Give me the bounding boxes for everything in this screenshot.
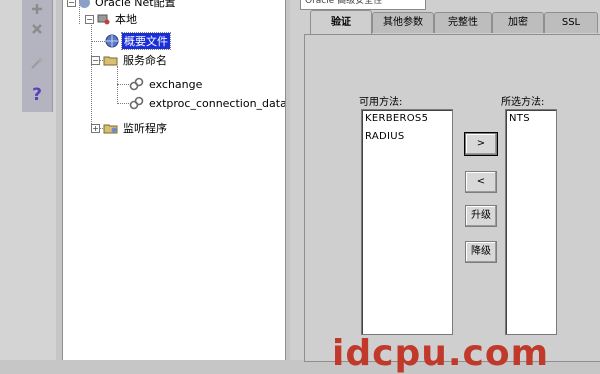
wizard-wand-icon[interactable] [22,52,52,74]
list-item[interactable]: KERBEROS5 [362,110,452,128]
detail-panel: Oracle 高级安全性 验证 其他参数 完整性 加密 SSL 可用方法: 所选… [290,0,600,362]
network-globe-icon [79,0,90,8]
tree-service-label: extproc_connection_data [149,96,286,110]
tab-ssl[interactable]: SSL [544,12,598,33]
navigator-tree: − Oracle Net配置 − 本地 概要文件 − 服务命名 exchange… [62,0,286,360]
list-item[interactable]: NTS [506,110,556,128]
toolbar: ? [0,0,56,360]
expand-toggle-icon[interactable]: + [91,123,100,133]
tab-integrity[interactable]: 完整性 [434,12,492,33]
selected-methods-list[interactable]: NTS [505,109,557,335]
available-methods-list[interactable]: KERBEROS5 RADIUS [361,109,453,335]
demote-button[interactable]: 降级 [465,241,497,263]
remove-method-button[interactable]: < [465,171,497,193]
tree-profile-label: 概要文件 [121,32,171,50]
tree-service-label: exchange [149,77,203,91]
tree-node-service[interactable]: extproc_connection_data [129,95,286,111]
tree-listeners-label: 监听程序 [123,122,167,135]
tab-authentication[interactable]: 验证 [310,10,372,34]
plus-icon[interactable] [22,0,52,20]
available-methods-label: 可用方法: [359,97,403,108]
tree-node-listeners[interactable]: + 监听程序 [91,120,169,136]
promote-button[interactable]: 升级 [465,205,497,227]
tree-node-root[interactable]: − Oracle Net配置 [67,0,178,10]
tree-local-label: 本地 [115,13,137,26]
tab-other-params[interactable]: 其他参数 [372,12,434,33]
delete-x-icon[interactable] [22,18,52,40]
tree-node-local[interactable]: − 本地 [85,11,139,27]
help-question-icon[interactable]: ? [22,84,52,106]
collapse-toggle-icon[interactable]: − [85,14,94,24]
service-link-icon [129,96,144,110]
collapse-toggle-icon[interactable]: − [91,55,100,65]
profile-globe-icon [105,34,119,48]
tab-encryption[interactable]: 加密 [492,12,544,33]
watermark: idcpu.com [332,333,550,374]
tree-node-service[interactable]: exchange [129,76,204,92]
tree-node-service-naming[interactable]: − 服务命名 [91,52,169,68]
selected-methods-label: 所选方法: [501,97,545,108]
tree-node-profile[interactable]: 概要文件 [105,32,171,50]
collapse-toggle-icon[interactable]: − [67,0,76,7]
tree-root-label: Oracle Net配置 [95,0,176,9]
authentication-pane: 可用方法: 所选方法: KERBEROS5 RADIUS NTS > < 升级 … [304,34,600,362]
list-item[interactable]: RADIUS [362,128,452,146]
listener-folder-icon [103,124,118,134]
computer-icon [97,14,110,25]
service-link-icon [129,77,144,91]
add-method-button[interactable]: > [464,132,498,156]
config-type-select[interactable]: Oracle 高级安全性 [300,0,426,10]
folder-icon [103,56,118,66]
tree-service-naming-label: 服务命名 [123,54,167,67]
